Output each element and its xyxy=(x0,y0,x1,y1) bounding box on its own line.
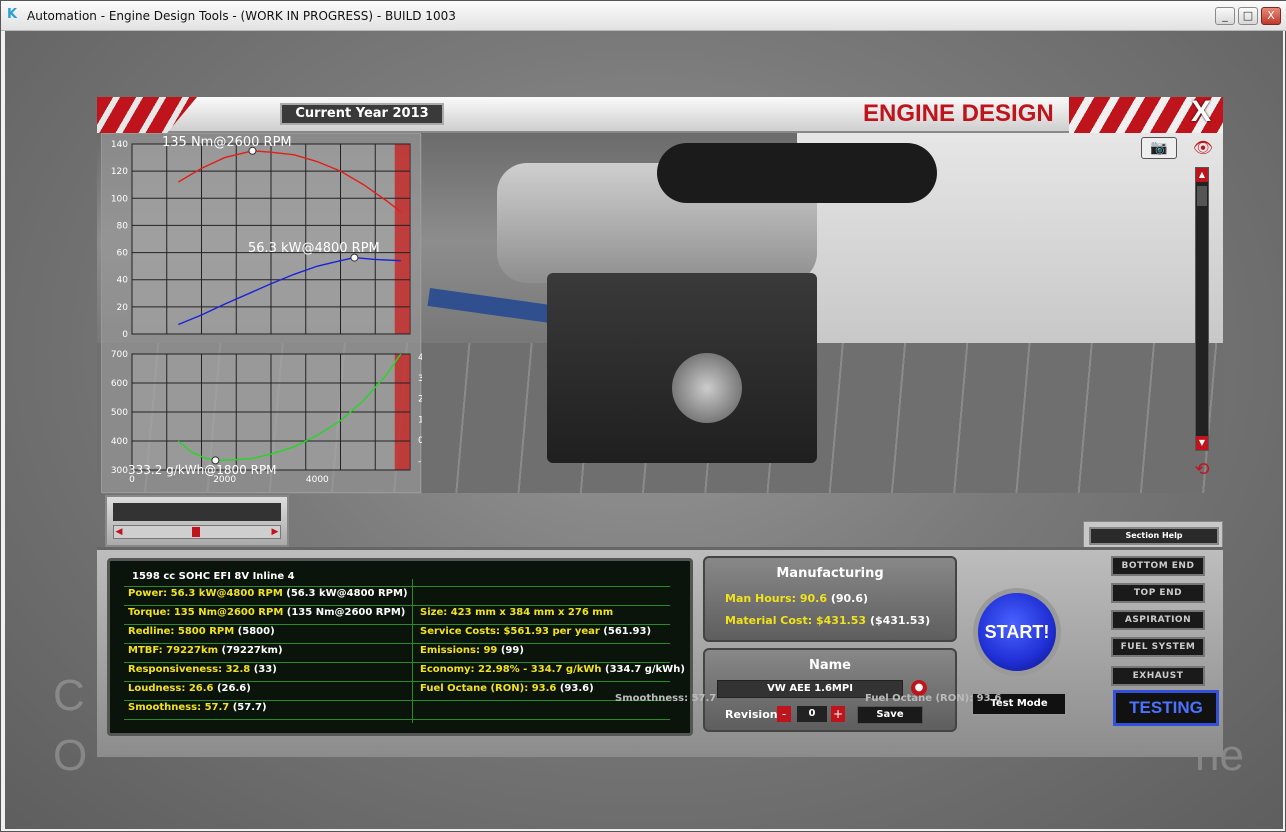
y2-tick-label: 0.0 xyxy=(418,436,422,446)
header-stripes xyxy=(97,97,197,133)
y-tick-label: 120 xyxy=(111,167,128,177)
slider-left-icon[interactable]: ◀ xyxy=(114,526,124,538)
background-text: C xyxy=(53,671,87,720)
title-bar: K Automation - Engine Design Tools - (WO… xyxy=(1,1,1286,31)
view-scrollbar[interactable]: ▲ ▼ xyxy=(1195,167,1209,451)
x-tick-label: 4000 xyxy=(306,475,329,485)
slider-thumb[interactable] xyxy=(192,527,200,537)
material-cost: Material Cost: $431.53 ($431.53) xyxy=(725,614,931,627)
save-button[interactable]: Save xyxy=(857,706,923,724)
window-title: Automation - Engine Design Tools - (WORK… xyxy=(27,9,456,23)
y-tick-label: 100 xyxy=(111,194,128,204)
name-panel: Name VW AEE 1.6MPI ● Revision - 0 + Save xyxy=(703,648,957,732)
slider-display xyxy=(113,503,281,521)
power-torque-chart: 140 120 100 80 60 40 20 0 135 Nm@2600 RPM 56.3 kW… xyxy=(111,135,411,340)
bottom-panel: 1598 cc SOHC EFI 8V Inline 4 Power: 56.3… xyxy=(97,547,1223,757)
scrollbar-thumb[interactable] xyxy=(1197,186,1207,206)
under-panel-text: Smoothness: 57.7 xyxy=(615,693,717,704)
peak-annotation: 333.2 g/kWh@1800 RPM xyxy=(128,463,277,477)
y-tick-label: 300 xyxy=(111,466,128,476)
engine-stats: 1598 cc SOHC EFI 8V Inline 4 Power: 56.3… xyxy=(107,558,693,736)
section-help-button[interactable]: Section Help xyxy=(1089,527,1219,545)
y-tick-label: 20 xyxy=(117,303,129,313)
rpm-slider[interactable]: ◀ ▶ xyxy=(113,525,281,539)
nav-top-end[interactable]: TOP END xyxy=(1111,583,1205,603)
engine-spec: 1598 cc SOHC EFI 8V Inline 4 xyxy=(132,571,295,582)
section-nav: BOTTOM END TOP END ASPIRATION FUEL SYSTE… xyxy=(1097,552,1223,732)
start-button[interactable]: START! xyxy=(973,588,1061,676)
y-tick-label: 140 xyxy=(111,140,128,150)
y2-tick-label: 1.0 xyxy=(418,415,422,425)
peak-annotation: 56.3 kW@4800 RPM xyxy=(248,241,380,256)
current-year: Current Year 2013 xyxy=(280,103,444,125)
testing-button[interactable]: TESTING xyxy=(1113,690,1219,726)
y-tick-label: 600 xyxy=(111,379,128,389)
engine-pulley xyxy=(672,353,742,423)
manufacturing-title: Manufacturing xyxy=(776,566,884,581)
scroll-down-icon[interactable]: ▼ xyxy=(1196,436,1208,450)
manufacturing-panel: Manufacturing Man Hours: 90.6 (90.6) Mat… xyxy=(703,556,957,642)
under-panel-text: Fuel Octane (RON): 93.6 xyxy=(865,693,1002,704)
close-window-button[interactable]: X xyxy=(1261,7,1281,25)
slider-right-icon[interactable]: ▶ xyxy=(270,526,280,538)
y2-tick-label: 4.0 xyxy=(418,353,422,363)
name-title: Name xyxy=(808,658,851,673)
rpm-slider-panel: ◀ ▶ xyxy=(105,495,289,547)
y-tick-label: 400 xyxy=(111,437,128,447)
revision-minus-button[interactable]: - xyxy=(777,706,791,722)
redline-zone xyxy=(394,144,410,334)
revision-value[interactable]: 0 xyxy=(797,706,827,722)
close-panel-button[interactable]: X xyxy=(1191,95,1211,129)
y-tick-label: 40 xyxy=(117,276,129,286)
peak-annotation: 135 Nm@2600 RPM xyxy=(162,135,292,150)
y-tick-label: 700 xyxy=(111,350,128,360)
revision-plus-button[interactable]: + xyxy=(831,706,845,722)
scroll-up-icon[interactable]: ▲ xyxy=(1196,168,1208,182)
y-tick-label: 0 xyxy=(122,330,128,340)
engine-design-panel: Current Year 2013 ENGINE DESIGN X 140 120… xyxy=(97,95,1223,757)
charts-svg: 140 120 100 80 60 40 20 0 135 Nm@2600 RPM 56.3 kW… xyxy=(102,134,422,494)
nav-fuel-system[interactable]: FUEL SYSTEM xyxy=(1111,637,1205,657)
y2-tick-label: 3.0 xyxy=(418,374,422,384)
engine-charts: 140 120 100 80 60 40 20 0 135 Nm@2600 RPM 56.3 kW… xyxy=(101,133,422,494)
background-text: O xyxy=(53,731,88,780)
eye-icon[interactable]: 👁 xyxy=(1185,137,1221,159)
nav-bottom-end[interactable]: BOTTOM END xyxy=(1111,556,1205,576)
game-scene: C O ne Current Year 2013 ENGINE DESIGN X xyxy=(5,31,1283,829)
app-icon: K xyxy=(7,7,18,22)
minimize-button[interactable]: _ xyxy=(1215,7,1235,25)
panel-title: ENGINE DESIGN xyxy=(863,100,1054,127)
y2-tick-label: -1.0 xyxy=(418,457,422,467)
rotate-icon[interactable]: ⟲ xyxy=(1187,459,1217,481)
nav-aspiration[interactable]: ASPIRATION xyxy=(1111,610,1205,630)
engine-intake xyxy=(657,143,937,203)
y-tick-label: 80 xyxy=(117,221,129,231)
y-tick-label: 500 xyxy=(111,408,128,418)
panel-header: Current Year 2013 ENGINE DESIGN X xyxy=(97,95,1223,133)
y2-tick-label: 2.0 xyxy=(418,395,422,405)
revision-label: Revision xyxy=(725,708,778,721)
app-window: K Automation - Engine Design Tools - (WO… xyxy=(0,0,1286,832)
bsfc-chart: 7006005004003004.03.02.01.00.0-1.0020004… xyxy=(111,350,422,485)
camera-icon[interactable]: 📷 xyxy=(1141,137,1177,159)
nav-exhaust[interactable]: EXHAUST xyxy=(1111,666,1205,686)
y-tick-label: 60 xyxy=(117,249,129,259)
maximize-button[interactable]: □ xyxy=(1238,7,1258,25)
man-hours: Man Hours: 90.6 (90.6) xyxy=(725,592,869,605)
